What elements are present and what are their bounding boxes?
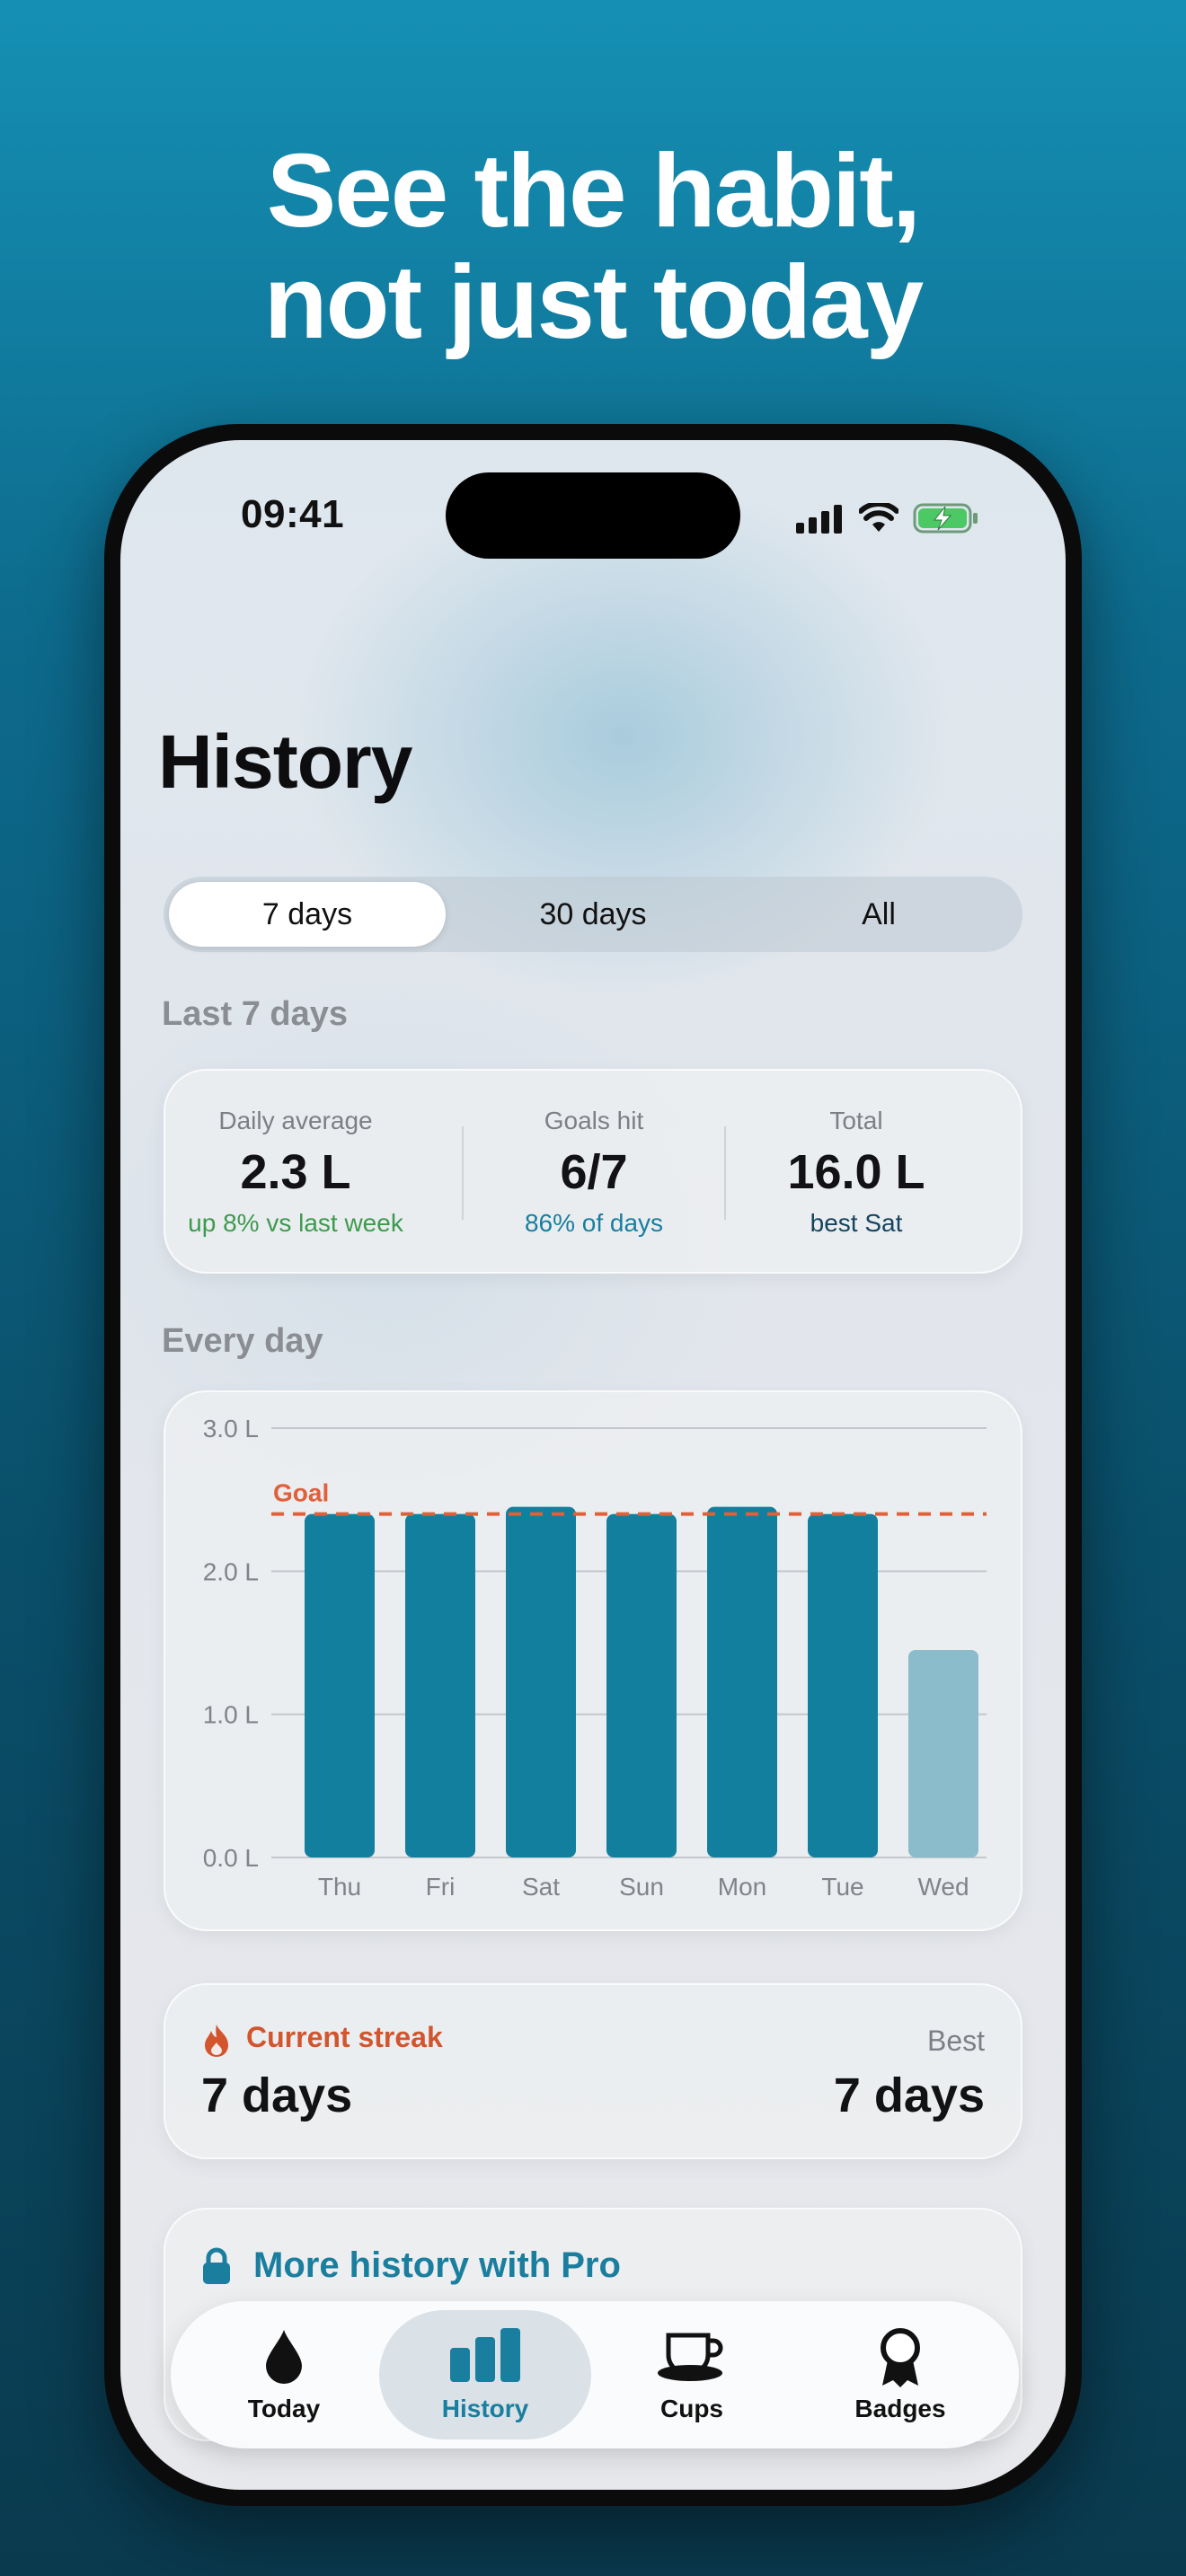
stat-sub: up 8% vs last week bbox=[188, 1209, 403, 1237]
x-tick-label: Sun bbox=[619, 1873, 664, 1901]
best-streak-label: Best bbox=[926, 2025, 985, 2057]
x-tick-label: Wed bbox=[917, 1873, 969, 1901]
tab-history[interactable]: History bbox=[379, 2310, 591, 2439]
stat-sub: best Sat bbox=[810, 1209, 903, 1237]
tab-label: Today bbox=[247, 2395, 321, 2422]
tab-label: Cups bbox=[660, 2395, 723, 2422]
bar-sat bbox=[506, 1506, 576, 1857]
tab-today[interactable]: Today bbox=[178, 2310, 390, 2439]
x-tick-label: Tue bbox=[821, 1873, 863, 1901]
x-tick-label: Mon bbox=[718, 1873, 766, 1901]
bar-tue bbox=[808, 1513, 878, 1857]
stat-value: 6/7 bbox=[560, 1145, 628, 1199]
tab-label: History bbox=[441, 2395, 529, 2422]
bar-thu bbox=[305, 1513, 375, 1857]
stat-goals-hit: Goals hit 6/7 86% of days bbox=[464, 1071, 724, 1275]
streak-label: Current streak bbox=[246, 2021, 443, 2053]
bar-sun bbox=[606, 1513, 677, 1857]
stat-total: Total 16.0 L best Sat bbox=[726, 1071, 987, 1275]
daily-chart-card: 0.0 L 1.0 L 2.0 L 3.0 L Thu Fri Sat Sun Mon Tue We… bbox=[164, 1390, 1022, 1931]
stat-value: 2.3 L bbox=[240, 1145, 351, 1199]
status-icons bbox=[796, 499, 985, 535]
range-selector: 7 days 30 days All bbox=[164, 877, 1022, 952]
stat-label: Daily average bbox=[218, 1107, 373, 1134]
flame-icon bbox=[205, 2025, 228, 2057]
headline-line-2: not just today bbox=[263, 243, 924, 360]
daily-section-label: Every day bbox=[162, 1322, 323, 1360]
stat-daily-average: Daily average 2.3 L up 8% vs last week bbox=[165, 1071, 426, 1275]
bar-chart-icon bbox=[450, 2328, 520, 2382]
y-tick-label: 2.0 L bbox=[203, 1557, 259, 1585]
tab-badges[interactable]: Badges bbox=[794, 2310, 1006, 2439]
stat-label: Total bbox=[829, 1107, 883, 1134]
lock-icon bbox=[203, 2247, 230, 2284]
bar-fri bbox=[405, 1513, 475, 1857]
stat-label: Goals hit bbox=[544, 1107, 644, 1134]
x-tick-label: Sat bbox=[522, 1873, 560, 1901]
y-tick-label: 3.0 L bbox=[203, 1415, 259, 1442]
bar-mon bbox=[707, 1506, 777, 1857]
tab-bar: Today History Cups Badges bbox=[171, 2301, 1019, 2448]
wifi-icon bbox=[859, 503, 898, 532]
tab-cups[interactable]: Cups bbox=[586, 2310, 798, 2439]
page-title: History bbox=[158, 719, 412, 804]
cup-icon bbox=[658, 2333, 723, 2381]
y-tick-label: 1.0 L bbox=[203, 1701, 259, 1729]
phone-screen: 09:41 History 7 days 30 days All Last 7 … bbox=[120, 440, 1066, 2490]
x-tick-label: Fri bbox=[426, 1873, 456, 1901]
status-time: 09:41 bbox=[241, 492, 345, 536]
range-option-all[interactable]: All bbox=[740, 882, 1017, 947]
range-option-30-days[interactable]: 30 days bbox=[455, 882, 731, 947]
goal-label: Goal bbox=[273, 1479, 329, 1507]
stat-value: 16.0 L bbox=[787, 1145, 925, 1199]
marketing-headline: See the habit, not just today bbox=[0, 135, 1186, 357]
water-drop-icon bbox=[266, 2330, 302, 2384]
y-tick-label: 0.0 L bbox=[203, 1844, 259, 1872]
battery-charging-icon bbox=[913, 503, 978, 534]
summary-section-label: Last 7 days bbox=[162, 995, 348, 1033]
tab-label: Badges bbox=[854, 2395, 946, 2422]
streak-value: 7 days bbox=[201, 2069, 353, 2122]
stat-sub: 86% of days bbox=[524, 1209, 664, 1237]
pro-upsell-title: More history with Pro bbox=[253, 2245, 621, 2285]
summary-card: Daily average 2.3 L up 8% vs last week G… bbox=[164, 1069, 1022, 1274]
dynamic-island bbox=[446, 472, 740, 559]
bar-wed bbox=[908, 1649, 978, 1857]
daily-bar-chart: 0.0 L 1.0 L 2.0 L 3.0 L Thu Fri Sat Sun Mon Tue We… bbox=[203, 1415, 987, 1901]
best-streak-value: 7 days bbox=[833, 2069, 985, 2122]
x-tick-label: Thu bbox=[318, 1873, 361, 1901]
range-option-7-days[interactable]: 7 days bbox=[169, 882, 446, 947]
signal-icon bbox=[796, 505, 842, 534]
streak-card: Current streak 7 days Best 7 days bbox=[164, 1983, 1022, 2159]
headline-line-1: See the habit, bbox=[266, 132, 921, 249]
badge-icon bbox=[881, 2328, 920, 2387]
